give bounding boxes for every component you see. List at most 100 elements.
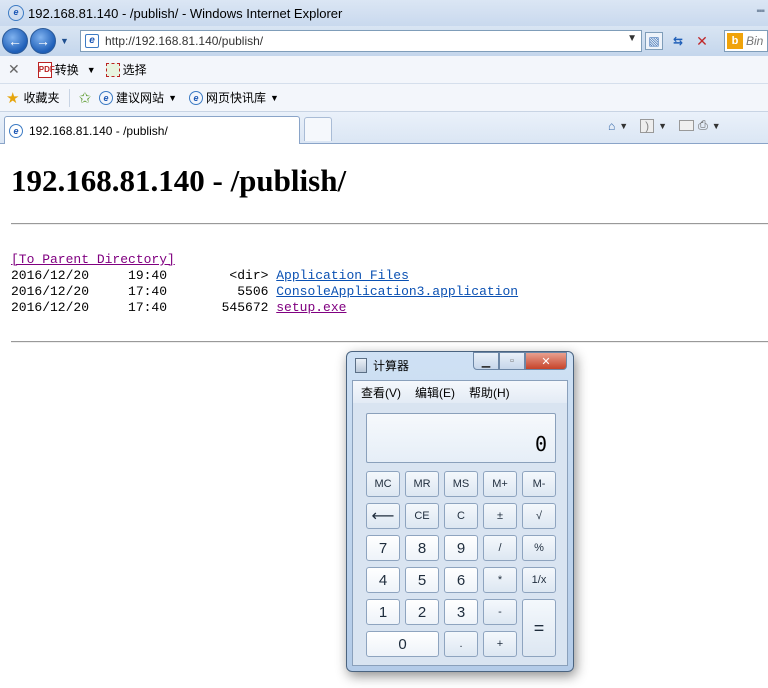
compatibility-view-icon[interactable]: ▧: [645, 32, 663, 50]
page-icon: e: [85, 34, 99, 48]
forward-button[interactable]: →: [30, 28, 56, 54]
ie-page-icon: e: [9, 123, 23, 138]
listing-row: 2016/12/20 17:40 545672 setup.exe: [11, 300, 346, 316]
digit-0-button[interactable]: 0: [366, 631, 439, 657]
subtract-button[interactable]: -: [483, 599, 517, 625]
window-controls-hint-icon: ▪▪▪: [756, 6, 765, 17]
sqrt-button[interactable]: √: [522, 503, 556, 529]
mc-button[interactable]: MC: [366, 471, 400, 497]
window-titlebar: e 192.168.81.140 - /publish/ - Windows I…: [0, 0, 768, 26]
convert-label: 转换: [54, 63, 79, 77]
convert-button[interactable]: PDF 转换 ▼: [37, 61, 96, 78]
home-icon[interactable]: ⌂: [608, 119, 615, 133]
digit-4-button[interactable]: 4: [366, 567, 400, 593]
calculator-icon: [355, 357, 367, 373]
search-input[interactable]: Bin: [746, 34, 763, 48]
mr-button[interactable]: MR: [405, 471, 439, 497]
tab-active[interactable]: e 192.168.81.140 - /publish/: [4, 116, 300, 144]
address-url[interactable]: http://192.168.81.140/publish/: [105, 34, 263, 48]
ie-page-icon: e: [188, 90, 203, 105]
clear-entry-button[interactable]: CE: [405, 503, 439, 529]
add-button[interactable]: +: [483, 631, 517, 657]
m-minus-button[interactable]: M-: [522, 471, 556, 497]
menu-help[interactable]: 帮助(H): [469, 384, 510, 401]
select-button[interactable]: 选择: [105, 61, 147, 78]
backspace-button[interactable]: ⟵: [366, 503, 400, 529]
history-dropdown-icon[interactable]: ▼: [60, 36, 69, 46]
divider: [11, 341, 768, 343]
digit-1-button[interactable]: 1: [366, 599, 400, 625]
minimize-button[interactable]: ▁: [473, 352, 499, 370]
calculator-titlebar[interactable]: 计算器 ▁ ▫ ✕: [347, 352, 573, 378]
digit-6-button[interactable]: 6: [444, 567, 478, 593]
search-box[interactable]: b Bin: [724, 30, 768, 52]
clear-button[interactable]: C: [444, 503, 478, 529]
row-meta: 2016/12/20 19:40 <dir>: [11, 268, 277, 283]
new-tab-button[interactable]: [304, 117, 332, 141]
chevron-down-icon[interactable]: ▼: [712, 121, 721, 131]
mail-icon[interactable]: [679, 120, 695, 131]
listing-row: 2016/12/20 17:40 5506 ConsoleApplication…: [11, 284, 518, 300]
digit-2-button[interactable]: 2: [405, 599, 439, 625]
chevron-down-icon[interactable]: ▼: [168, 93, 177, 103]
select-label: 选择: [122, 63, 147, 77]
chevron-down-icon[interactable]: ▼: [270, 93, 279, 103]
calculator-title: 计算器: [373, 358, 410, 373]
equals-button[interactable]: =: [522, 599, 556, 657]
menu-view[interactable]: 查看(V): [361, 384, 401, 401]
file-link[interactable]: setup.exe: [276, 300, 346, 315]
ie-logo-icon: e: [8, 5, 24, 21]
favorites-label[interactable]: 收藏夹: [23, 89, 59, 106]
refresh-icon[interactable]: ⇆: [669, 32, 687, 50]
close-toolbar-icon[interactable]: ✕: [8, 61, 20, 78]
digit-3-button[interactable]: 3: [444, 599, 478, 625]
m-plus-button[interactable]: M+: [483, 471, 517, 497]
favorites-bar: ★ 收藏夹 ✩ e 建议网站 ▼ e 网页快讯库 ▼: [0, 84, 768, 112]
reciprocal-button[interactable]: 1/x: [522, 567, 556, 593]
calculator-window[interactable]: 计算器 ▁ ▫ ✕ 查看(V) 编辑(E) 帮助(H) 0 MC MR MS M…: [346, 351, 574, 672]
divider: [11, 223, 768, 225]
digit-5-button[interactable]: 5: [405, 567, 439, 593]
chevron-down-icon[interactable]: ▼: [619, 121, 628, 131]
digit-9-button[interactable]: 9: [444, 535, 478, 561]
plus-minus-button[interactable]: ±: [483, 503, 517, 529]
address-dropdown-icon[interactable]: ▼: [627, 33, 637, 44]
tab-bar: e 192.168.81.140 - /publish/ ⌂ ▼ ) ▼ ⎙ ▼: [0, 112, 768, 144]
row-meta: 2016/12/20 17:40 5506: [11, 284, 277, 299]
divide-button[interactable]: /: [483, 535, 517, 561]
close-button[interactable]: ✕: [525, 352, 567, 370]
parent-directory-link[interactable]: [To Parent Directory]: [11, 252, 175, 267]
page-title: 192.168.81.140 - /publish/: [11, 163, 347, 198]
navigation-bar: ← → ▼ e http://192.168.81.140/publish/ ▼…: [0, 26, 768, 56]
row-meta: 2016/12/20 17:40 545672: [11, 300, 277, 315]
back-button[interactable]: ←: [2, 28, 28, 54]
file-link[interactable]: ConsoleApplication3.application: [276, 284, 518, 299]
digit-8-button[interactable]: 8: [405, 535, 439, 561]
percent-button[interactable]: %: [522, 535, 556, 561]
divider: [69, 88, 71, 107]
maximize-button[interactable]: ▫: [499, 352, 525, 370]
calculator-menubar: 查看(V) 编辑(E) 帮助(H): [353, 381, 567, 403]
add-favorite-icon[interactable]: ✩: [78, 89, 91, 107]
window-title: 192.168.81.140 - /publish/ - Windows Int…: [28, 5, 343, 21]
feeds-icon[interactable]: ): [640, 118, 655, 133]
web-slice-gallery-link[interactable]: 网页快讯库: [206, 89, 266, 106]
chevron-down-icon[interactable]: ▼: [658, 121, 667, 131]
digit-7-button[interactable]: 7: [366, 535, 400, 561]
multiply-button[interactable]: *: [483, 567, 517, 593]
pdf-icon: PDF: [37, 61, 55, 78]
select-icon: [105, 62, 120, 77]
print-icon[interactable]: ⎙: [698, 118, 708, 133]
stop-icon[interactable]: ✕: [693, 32, 711, 50]
suggested-sites-link[interactable]: 建议网站: [116, 89, 164, 106]
ms-button[interactable]: MS: [444, 471, 478, 497]
address-bar[interactable]: e http://192.168.81.140/publish/ ▼: [80, 30, 642, 52]
chevron-down-icon[interactable]: ▼: [87, 65, 96, 75]
decimal-button[interactable]: .: [444, 631, 478, 657]
menu-edit[interactable]: 编辑(E): [415, 384, 455, 401]
listing-row: 2016/12/20 19:40 <dir> Application Files: [11, 268, 409, 284]
tab-title: 192.168.81.140 - /publish/: [29, 123, 168, 138]
file-link[interactable]: Application Files: [276, 268, 409, 283]
favorites-star-icon[interactable]: ★: [6, 89, 19, 107]
parent-directory-row: [To Parent Directory]: [11, 252, 175, 268]
